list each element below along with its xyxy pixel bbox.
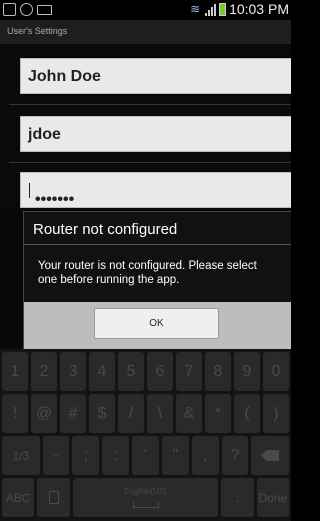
divider	[9, 162, 291, 163]
key-1[interactable]: 1	[2, 352, 28, 391]
key-question[interactable]: ?	[221, 436, 249, 475]
key-4[interactable]: 4	[89, 352, 115, 391]
text-caret	[29, 183, 30, 199]
divider	[9, 104, 291, 105]
clipboard-icon	[48, 491, 59, 504]
key-3[interactable]: 3	[60, 352, 86, 391]
keyboard-row-numbers: 1 2 3 4 5 6 7 8 9 0	[0, 352, 291, 391]
system-status: ≋ 10:03 PM	[190, 1, 289, 17]
key-comma[interactable]: ,	[191, 436, 219, 475]
abc-key[interactable]: ABC	[2, 478, 35, 517]
key-at[interactable]: @	[31, 394, 57, 433]
backspace-icon	[261, 450, 280, 461]
dialog-title: Router not configured	[33, 221, 178, 238]
key-close-paren[interactable]: )	[263, 394, 289, 433]
key-dash[interactable]: -	[42, 436, 70, 475]
key-quote[interactable]: "	[161, 436, 189, 475]
key-period[interactable]: .	[221, 478, 254, 517]
ok-button[interactable]: OK	[94, 308, 219, 339]
alert-dialog: Router not configured Your router is not…	[23, 211, 291, 349]
key-7[interactable]: 7	[176, 352, 202, 391]
backspace-key[interactable]	[251, 436, 290, 475]
key-backslash[interactable]: \	[147, 394, 173, 433]
username-field[interactable]: jdoe	[20, 116, 291, 152]
key-ampersand[interactable]: &	[176, 394, 202, 433]
done-key[interactable]: Done	[256, 478, 290, 517]
signal-strength-icon	[205, 3, 217, 16]
dialog-title-bar: Router not configured	[24, 212, 291, 245]
password-field-value: •••••••	[28, 182, 74, 208]
page-title: User's Settings	[7, 26, 68, 36]
name-field-value: John Doe	[28, 68, 101, 85]
key-exclamation[interactable]: !	[2, 394, 28, 433]
title-bar: User's Settings	[0, 20, 291, 44]
dialog-message: Your router is not configured. Please se…	[38, 260, 257, 286]
username-field-value: jdoe	[28, 126, 61, 143]
status-bar: ≋ 10:03 PM	[0, 0, 291, 20]
wifi-icon: ≋	[190, 2, 201, 16]
key-0[interactable]: 0	[263, 352, 289, 391]
soft-keyboard: 1 2 3 4 5 6 7 8 9 0 ! @ # $ / \ & * ( ) …	[0, 349, 291, 521]
key-9[interactable]: 9	[234, 352, 260, 391]
key-hash[interactable]: #	[60, 394, 86, 433]
key-semicolon[interactable]: ;	[72, 436, 100, 475]
keyboard-notification-icon	[37, 4, 52, 15]
key-apostrophe[interactable]: '	[132, 436, 159, 475]
keyboard-row-symbols: ! @ # $ / \ & * ( )	[0, 394, 291, 433]
clock: 10:03 PM	[229, 1, 289, 17]
space-key-label: English(US)	[124, 487, 167, 496]
clipboard-key[interactable]	[37, 478, 70, 517]
key-6[interactable]: 6	[147, 352, 173, 391]
notification-icons	[3, 3, 52, 16]
key-5[interactable]: 5	[118, 352, 144, 391]
gallery-notification-icon	[3, 3, 16, 16]
keyboard-row-bottom: ABC English(US) . Done	[0, 478, 291, 517]
battery-icon	[219, 2, 227, 16]
space-key[interactable]: English(US)	[72, 478, 219, 517]
key-2[interactable]: 2	[31, 352, 57, 391]
key-symbol-page[interactable]: 1/3	[2, 436, 40, 475]
key-dollar[interactable]: $	[89, 394, 115, 433]
space-icon	[132, 502, 159, 508]
key-asterisk[interactable]: *	[205, 394, 231, 433]
key-colon[interactable]: :	[102, 436, 130, 475]
key-8[interactable]: 8	[205, 352, 231, 391]
name-field[interactable]: John Doe	[20, 58, 291, 94]
password-field[interactable]: •••••••	[20, 172, 291, 208]
key-open-paren[interactable]: (	[234, 394, 260, 433]
key-slash[interactable]: /	[118, 394, 144, 433]
keyboard-row-punctuation: 1/3 - ; : ' " , ?	[0, 436, 291, 475]
dialog-button-bar: OK	[24, 302, 291, 349]
whatsapp-notification-icon	[20, 3, 33, 16]
